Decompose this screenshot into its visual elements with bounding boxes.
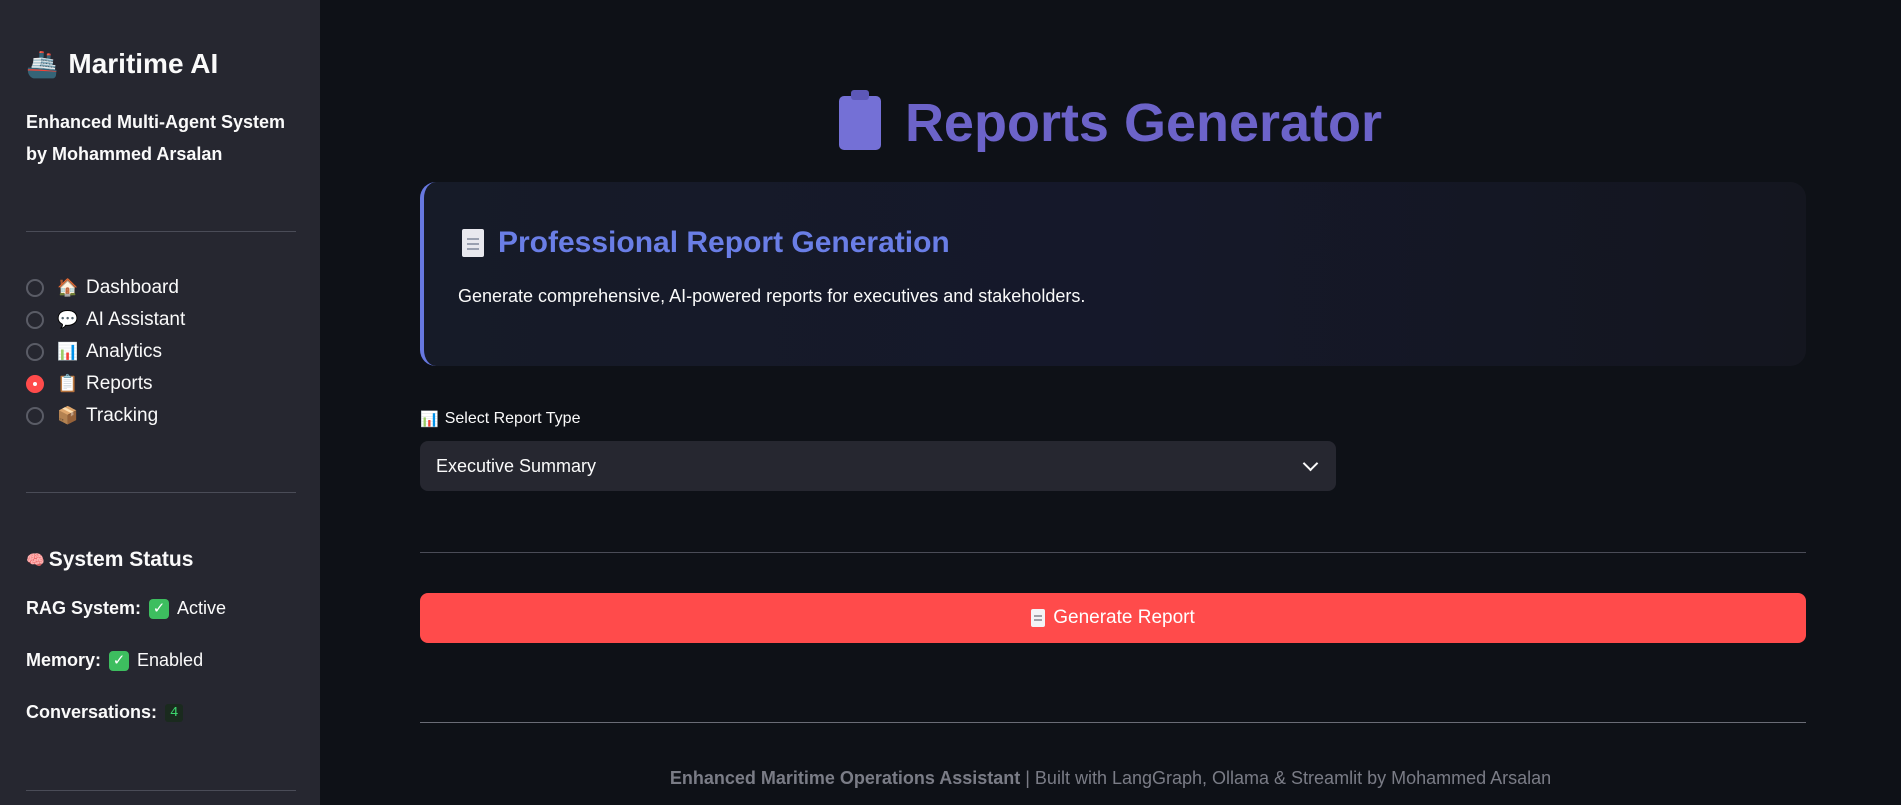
bar-chart-icon: 📊 [420, 411, 439, 428]
nav-item-dashboard[interactable]: 🏠 Dashboard [26, 272, 185, 304]
house-icon: 🏠 [57, 278, 79, 297]
radio-dashboard[interactable] [26, 279, 44, 297]
nav-item-label: Tracking [86, 405, 159, 426]
radio-tracking[interactable] [26, 407, 44, 425]
nav-item-label: Dashboard [86, 277, 179, 298]
status-conversations: Conversations: 4 [26, 702, 184, 723]
sidebar-divider-middle [26, 492, 296, 493]
system-status-heading: 🧠 System Status [26, 548, 193, 572]
rag-value: Active [177, 598, 227, 618]
nav-item-label: Reports [86, 373, 153, 394]
report-type-label: 📊 Select Report Type [420, 410, 580, 428]
system-status-title: System Status [48, 548, 194, 571]
page-title: Reports Generator [320, 90, 1901, 154]
chevron-down-icon[interactable] [1302, 455, 1319, 471]
clipboard-icon: 📋 [57, 374, 79, 393]
main-content: Reports Generator Professional Report Ge… [320, 0, 1901, 805]
document-icon [462, 229, 484, 257]
nav-item-label: AI Assistant [86, 309, 186, 330]
ship-icon: 🚢 [26, 48, 59, 79]
sidebar-brand: 🚢 Maritime AI [26, 48, 218, 80]
page-title-text: Reports Generator [904, 93, 1383, 153]
nav-item-ai-assistant[interactable]: 💬 AI Assistant [26, 304, 185, 336]
memory-label: Memory: [26, 650, 102, 670]
nav-item-reports[interactable]: 📋 Reports [26, 368, 185, 400]
radio-analytics[interactable] [26, 343, 44, 361]
app-root: 🚢 Maritime AI Enhanced Multi-Agent Syste… [0, 0, 1901, 805]
generate-report-button[interactable]: Generate Report [420, 593, 1806, 643]
status-memory: Memory: ✓ Enabled [26, 650, 203, 671]
sidebar-divider-top [26, 231, 296, 232]
app-title: Maritime AI [68, 48, 219, 79]
report-type-select[interactable]: Executive Summary [420, 441, 1336, 491]
footer-text: | Built with LangGraph, Ollama & Streaml… [1020, 768, 1552, 788]
report-type-label-text: Select Report Type [444, 410, 581, 427]
nav-item-label: Analytics [86, 341, 163, 362]
footer: Enhanced Maritime Operations Assistant |… [320, 768, 1901, 789]
brain-icon: 🧠 [26, 552, 45, 569]
conversations-count-badge: 4 [165, 703, 184, 722]
info-card-title-text: Professional Report Generation [498, 226, 950, 259]
check-icon: ✓ [109, 650, 130, 671]
footer-bold: Enhanced Maritime Operations Assistant [669, 768, 1021, 788]
check-icon: ✓ [149, 598, 170, 619]
generate-report-label: Generate Report [1053, 607, 1195, 628]
nav-item-tracking[interactable]: 📦 Tracking [26, 400, 185, 432]
info-card: Professional Report Generation Generate … [420, 182, 1806, 366]
speech-bubble-icon: 💬 [57, 310, 79, 329]
sidebar-divider-bottom [26, 790, 296, 791]
conversations-label: Conversations: [26, 702, 158, 722]
main-divider-top [420, 552, 1806, 553]
app-subtitle: Enhanced Multi-Agent System by Mohammed … [26, 112, 286, 164]
info-card-description: Generate comprehensive, AI-powered repor… [458, 286, 1086, 306]
memory-value: Enabled [137, 650, 204, 670]
document-icon [1031, 609, 1046, 627]
nav-item-analytics[interactable]: 📊 Analytics [26, 336, 185, 368]
package-icon: 📦 [57, 406, 79, 425]
nav-radio-group: 🏠 Dashboard 💬 AI Assistant 📊 Analytics 📋… [26, 272, 185, 432]
bar-chart-icon: 📊 [57, 342, 79, 361]
rag-label: RAG System: [26, 598, 142, 618]
radio-ai-assistant[interactable] [26, 311, 44, 329]
info-card-title: Professional Report Generation [462, 226, 950, 260]
clipboard-icon [838, 90, 881, 150]
report-type-selected-value: Executive Summary [436, 455, 597, 476]
main-divider-bottom [420, 722, 1806, 723]
sidebar: 🚢 Maritime AI Enhanced Multi-Agent Syste… [0, 0, 320, 805]
status-rag: RAG System: ✓ Active [26, 598, 226, 619]
radio-reports-selected[interactable] [26, 375, 44, 393]
